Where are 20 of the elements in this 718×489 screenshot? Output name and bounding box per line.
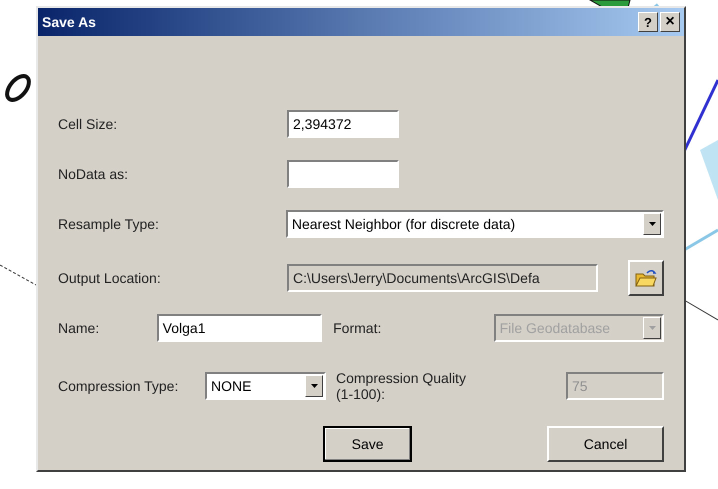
field-label: Output Location: (58, 268, 162, 288)
dialog-button[interactable]: Cancel (547, 426, 664, 462)
field-label: Format: (333, 318, 382, 338)
name-field[interactable]: Volga1 (156, 314, 322, 342)
field-label: Compression Type: (58, 376, 180, 396)
field-label: Name: (58, 318, 100, 338)
output-location-field[interactable]: C:\Users\Jerry\Documents\ArcGIS\Defa (287, 264, 598, 292)
window-title: Save As (42, 12, 97, 32)
dialog-button[interactable]: Save (323, 426, 412, 462)
resample-dropdown[interactable]: Nearest Neighbor (for discrete data) (286, 210, 664, 238)
cell-size-field[interactable]: 2,394372 (287, 110, 399, 138)
field-label: Resample Type: (58, 214, 160, 234)
compression-type-dropdown[interactable]: NONE (205, 372, 326, 400)
field-label: NoData as: (58, 164, 130, 184)
dropdown-value: Nearest Neighbor (for discrete data) (290, 214, 516, 234)
dropdown-value: NONE (210, 376, 252, 396)
help-button[interactable]: ? (638, 12, 658, 32)
close-button[interactable]: × (660, 12, 680, 32)
field-label: Cell Size: (58, 114, 118, 134)
field-label: Compression Quality (1-100): (336, 370, 467, 402)
